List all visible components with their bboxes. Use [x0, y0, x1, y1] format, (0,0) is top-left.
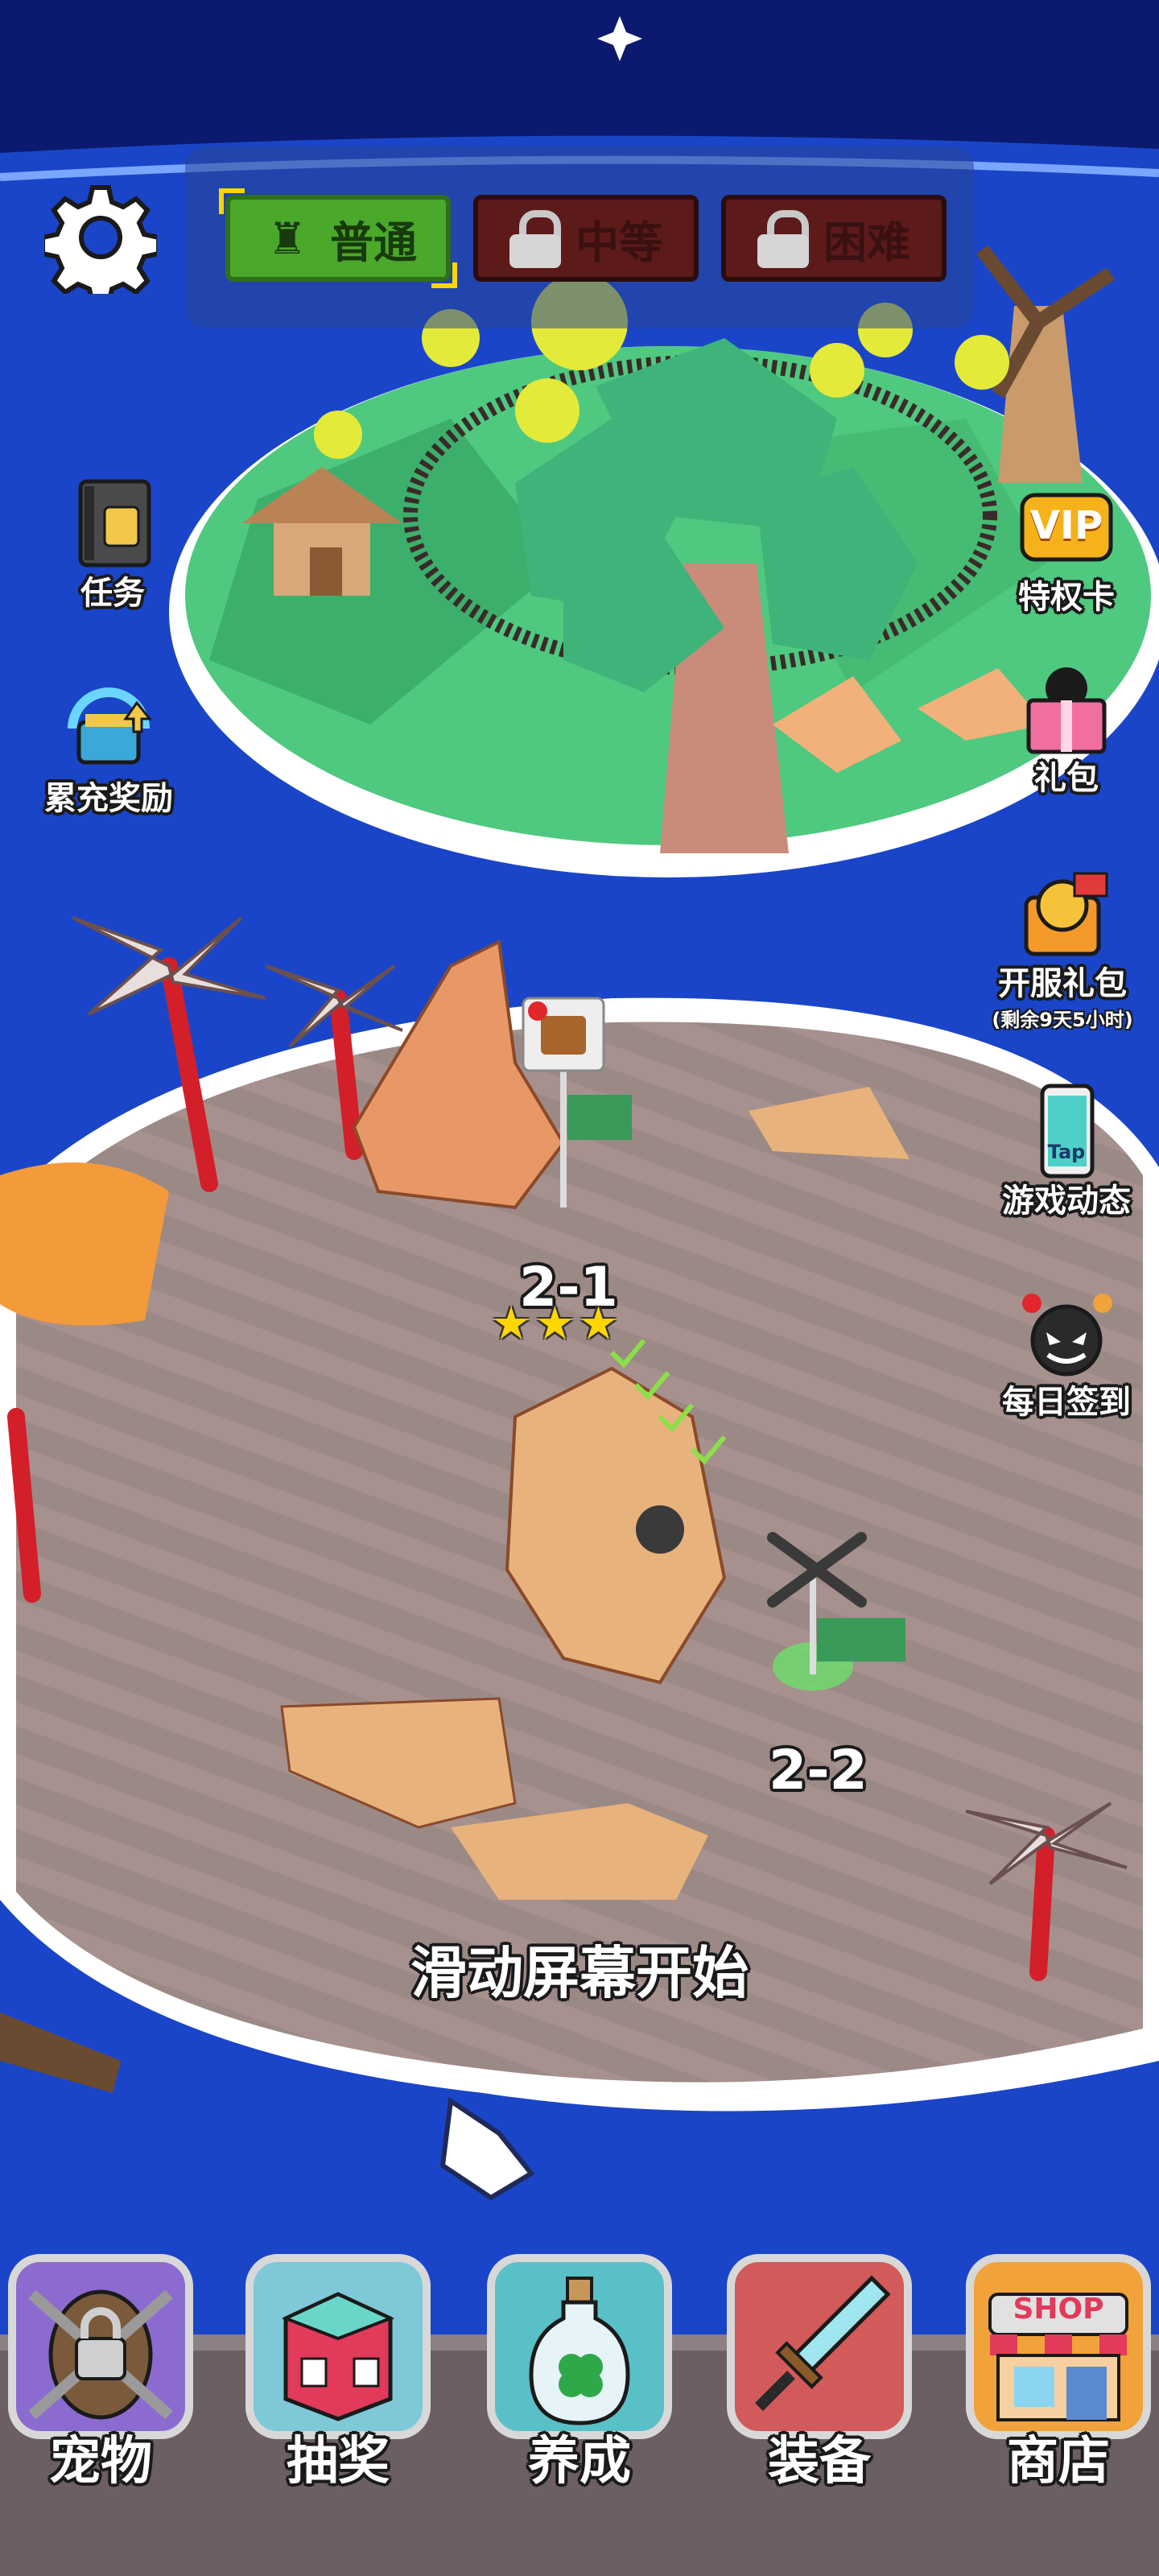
nav-pet-button[interactable]: 宠物: [0, 2246, 201, 2491]
level-stars-2-1: ★★★: [491, 1298, 622, 1350]
level-label-2-2[interactable]: 2-2: [769, 1739, 868, 1802]
nav-shop-button[interactable]: SHOP 商店: [958, 2246, 1159, 2491]
level-flag-2-1: [567, 1095, 632, 1140]
nav-pet-label: 宠物: [49, 2432, 152, 2491]
server-gift-button[interactable]: 开服礼包 (剩余9天5小时): [974, 865, 1151, 1032]
lucky-box-icon: [245, 2254, 431, 2439]
level-flag-2-2: [817, 1618, 905, 1662]
tasks-label: 任务: [80, 575, 145, 612]
game-news-button[interactable]: Tap 游戏动态: [990, 1083, 1143, 1221]
gift-pack-label: 礼包: [1034, 760, 1099, 797]
recharge-reward-label: 累充奖励: [44, 780, 173, 817]
locked-egg-icon: [8, 2254, 193, 2439]
news-tap-text: Tap: [1047, 1141, 1086, 1163]
vip-badge-text: VIP: [1029, 503, 1103, 548]
player-character: [636, 1505, 684, 1554]
shop-icon: SHOP: [966, 2254, 1151, 2439]
clover-bottle-icon: [487, 2254, 672, 2439]
sword-icon: [727, 2254, 912, 2439]
gift-box-icon: [1014, 660, 1119, 757]
server-gift-label: 开服礼包: [998, 965, 1127, 1002]
venom-face-icon: [1014, 1284, 1119, 1381]
difficulty-hard-label: 困难: [823, 217, 910, 268]
nav-lottery-button[interactable]: 抽奖: [237, 2246, 439, 2491]
nav-equipment-button[interactable]: 装备: [719, 2246, 920, 2491]
nav-lottery-label: 抽奖: [287, 2432, 390, 2491]
vip-card-label: 特权卡: [1018, 579, 1115, 616]
vip-icon: VIP: [1014, 479, 1119, 576]
nav-equipment-label: 装备: [768, 2432, 871, 2491]
difficulty-medium-label: 中等: [575, 217, 662, 268]
treasure-chest-icon: [56, 680, 161, 777]
mascot-gift-icon: [1010, 865, 1115, 962]
game-news-label: 游戏动态: [1002, 1183, 1131, 1220]
daily-checkin-button[interactable]: 每日签到: [990, 1284, 1143, 1422]
bottom-nav: 宠物 抽奖 养成 装备 SHOP 商店: [0, 2246, 1159, 2576]
castle-icon: ♜: [267, 213, 307, 264]
nav-nurture-label: 养成: [528, 2432, 631, 2491]
daily-checkin-label: 每日签到: [1002, 1384, 1131, 1421]
vip-card-button[interactable]: VIP 特权卡: [990, 479, 1143, 617]
gear-icon: [40, 185, 161, 306]
server-gift-timer: (剩余9天5小时): [992, 1009, 1133, 1031]
tasks-button[interactable]: 任务: [36, 475, 189, 613]
settings-button[interactable]: [40, 181, 161, 306]
difficulty-hard-button[interactable]: 困难: [721, 195, 947, 282]
gift-pack-button[interactable]: 礼包: [990, 660, 1143, 799]
difficulty-normal-button[interactable]: ♜ 普通: [219, 188, 457, 288]
nav-shop-label: 商店: [1007, 2432, 1110, 2491]
difficulty-medium-button[interactable]: 中等: [473, 195, 699, 282]
book-icon: [60, 475, 165, 572]
phone-icon: Tap: [1014, 1083, 1119, 1179]
recharge-reward-button[interactable]: 累充奖励: [32, 680, 185, 819]
lock-icon: [757, 210, 809, 268]
difficulty-selector: ♜ 普通 中等 困难: [185, 147, 974, 328]
nav-nurture-button[interactable]: 养成: [479, 2246, 680, 2491]
difficulty-normal-label: 普通: [330, 217, 417, 268]
swipe-hint-text: 滑动屏幕开始: [410, 1940, 749, 2006]
shop-sign-text: SHOP: [1013, 2293, 1104, 2326]
lock-icon: [509, 210, 561, 268]
